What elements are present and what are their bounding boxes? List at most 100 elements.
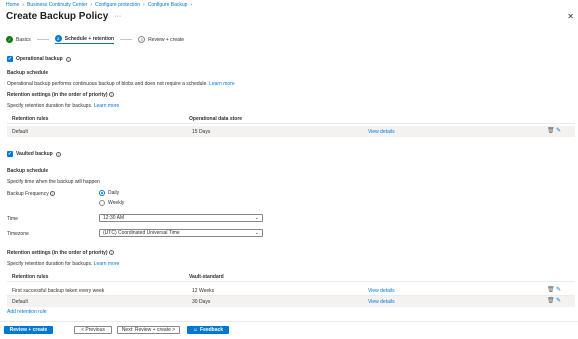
operational-retention-text: Specify retention duration for backups. [7,103,93,109]
info-icon[interactable]: i [50,191,56,196]
breadcrumb-business-continuity-center[interactable]: Business Continuity Center [27,2,87,8]
column-header-retention-rules: Retention rules [12,116,49,122]
tab-review-create[interactable]: 3 Review + create [138,36,184,43]
column-header-retention-rules: Retention rules [12,274,49,280]
breadcrumb-configure-protection[interactable]: Configure protection [95,2,140,8]
next-review-create-button[interactable]: Next: Review + create > [117,326,180,334]
timezone-value: (UTC) Coordinated Universal Time [103,230,180,236]
column-header-vault-standard: Vault-standard [189,274,224,280]
radio-weekly[interactable] [99,200,105,206]
breadcrumb: Home › Business Continuity Center › Conf… [6,2,192,8]
chevron-right-icon: › [190,2,193,8]
chevron-right-icon: › [143,2,145,8]
info-icon[interactable]: i [108,250,114,255]
info-icon[interactable]: i [65,56,71,62]
step-divider [120,39,133,40]
operational-schedule-heading: Backup schedule [7,70,49,76]
wizard-steps: ✓ Basics 2 Schedule + retention 3 Review… [6,35,184,44]
time-label: Time [7,216,18,222]
frequency-option-weekly-label: Weekly [108,200,125,206]
vaulted-backup-checkbox[interactable]: ✓ [7,151,13,157]
vaulted-backup-title: Vaulted backup [16,151,53,157]
retention-rule-name: First successful backup taken every week [12,288,105,294]
backup-frequency-label-row: Backup Frequency i [7,191,56,197]
table-row[interactable]: Default 30 Days View details 🗑 ✎ [7,296,575,307]
operational-retention-text-row: Specify retention duration for backups. … [7,103,119,109]
table-row[interactable]: Default 15 Days View details 🗑 ✎ [7,126,575,137]
operational-schedule-text: Operational backup performs continuous b… [7,81,208,87]
chevron-right-icon: › [22,2,25,8]
radio-daily[interactable] [99,190,105,196]
frequency-option-daily[interactable]: Daily [99,190,119,196]
table-row[interactable]: First successful backup taken every week… [7,285,575,296]
operational-retention-heading-row: Retention settings (in the order of prio… [7,92,114,98]
time-value: 12:30 AM [103,215,125,221]
step-number-icon: 2 [54,35,62,42]
close-icon[interactable]: ✕ [567,12,574,21]
chevron-right-icon: › [90,2,92,8]
view-details-link[interactable]: View details [368,288,395,294]
step-divider [36,39,49,40]
delete-icon[interactable]: 🗑 [547,286,555,293]
add-retention-rule-link[interactable]: Add retention rule [7,309,46,315]
vaulted-retention-text: Specify retention duration for backups. [7,261,93,267]
frequency-option-daily-label: Daily [108,190,120,196]
edit-icon[interactable]: ✎ [556,286,561,293]
vaulted-backup-header: ✓ Vaulted backup i [7,151,61,157]
time-dropdown[interactable]: 12:30 AM ⌄ [99,214,263,222]
vaulted-retention-heading-row: Retention settings (in the order of prio… [7,250,114,256]
delete-icon[interactable]: 🗑 [547,297,555,304]
operational-table-header: Retention rules Operational data store [7,114,575,124]
timezone-label: Timezone [7,231,29,237]
info-icon[interactable]: i [55,151,61,157]
chevron-down-icon: ⌄ [254,215,259,221]
operational-retention-learn-more-link[interactable]: Learn more [94,103,120,109]
vaulted-retention-learn-more-link[interactable]: Learn more [94,261,120,267]
tab-basics[interactable]: ✓ Basics [6,36,31,43]
operational-backup-title: Operational backup [16,56,63,62]
edit-icon[interactable]: ✎ [556,127,561,134]
operational-schedule-text-row: Operational backup performs continuous b… [7,81,235,87]
review-create-button[interactable]: Review + create [4,326,53,334]
tab-review-create-label: Review + create [148,36,185,43]
vaulted-schedule-text: Specify time when the backup will happen [7,179,100,185]
timezone-dropdown[interactable]: (UTC) Coordinated Universal Time ⌄ [99,229,263,237]
retention-value: 30 Days [192,299,211,305]
step-number-icon: 3 [138,36,146,43]
more-options-icon[interactable]: ··· [114,13,121,20]
column-header-operational-data-store: Operational data store [189,116,243,122]
chevron-down-icon: ⌄ [254,230,259,236]
checkmark-icon: ✓ [6,36,13,43]
page-title: Create Backup Policy [6,11,109,22]
frequency-option-weekly[interactable]: Weekly [99,200,124,206]
footer-divider [0,321,578,322]
vaulted-retention-heading: Retention settings (in the order of prio… [7,250,108,256]
vaulted-table-header: Retention rules Vault-standard [7,272,575,282]
retention-value: 12 Weeks [192,288,215,294]
operational-retention-heading: Retention settings (in the order of prio… [7,92,108,98]
edit-icon[interactable]: ✎ [556,297,561,304]
retention-rule-name: Default [12,129,28,135]
view-details-link[interactable]: View details [368,299,395,305]
page-title-row: Create Backup Policy ··· [6,11,121,22]
operational-backup-header: ✓ Operational backup i [7,56,71,62]
tab-basics-label: Basics [16,36,31,43]
feedback-label: Feedback [200,327,224,333]
delete-icon[interactable]: 🗑 [547,127,555,134]
previous-button[interactable]: < Previous [74,326,112,334]
operational-backup-checkbox[interactable]: ✓ [7,56,13,62]
info-icon[interactable]: i [108,92,114,97]
vaulted-retention-text-row: Specify retention duration for backups. … [7,261,119,267]
tab-schedule-retention-label: Schedule + retention [64,35,115,42]
feedback-button[interactable]: ☺ Feedback [187,326,229,334]
operational-learn-more-link[interactable]: Learn more [209,81,235,87]
retention-rule-name: Default [12,299,28,305]
breadcrumb-home[interactable]: Home [6,2,19,8]
retention-value: 15 Days [192,129,211,135]
backup-frequency-label: Backup Frequency [7,191,49,197]
breadcrumb-configure-backup[interactable]: Configure Backup [148,2,188,8]
view-details-link[interactable]: View details [368,129,395,135]
feedback-icon: ☺ [192,327,199,333]
vaulted-schedule-heading: Backup schedule [7,168,49,174]
tab-schedule-retention[interactable]: 2 Schedule + retention [54,35,115,44]
